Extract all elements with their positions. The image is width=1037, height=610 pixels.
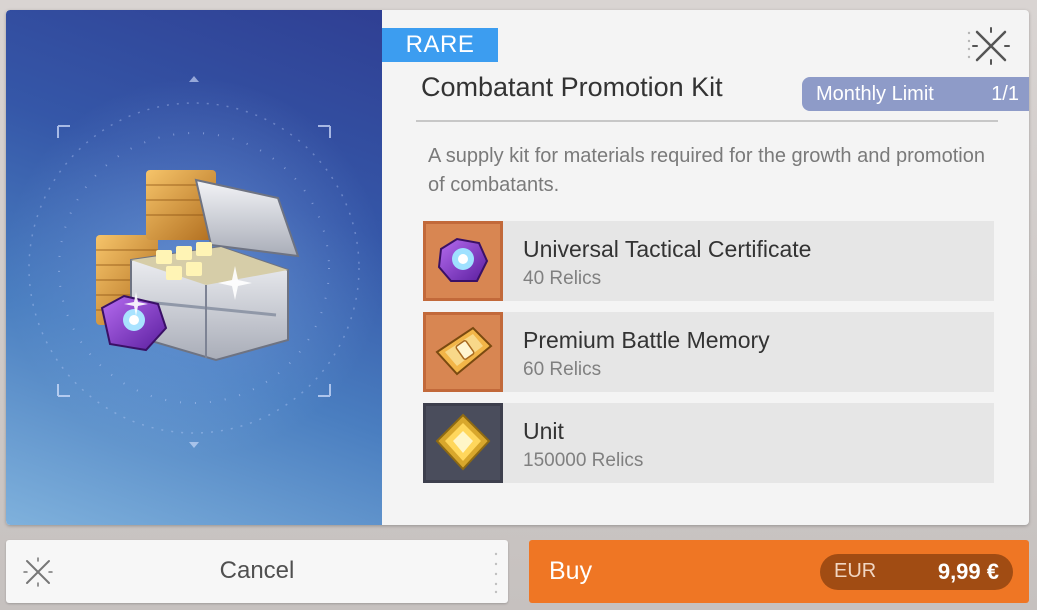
close-icon: [972, 27, 1010, 65]
content-item[interactable]: Universal Tactical Certificate 40 Relics: [423, 221, 994, 301]
item-description: A supply kit for materials required for …: [428, 145, 985, 196]
cancel-button[interactable]: Cancel: [6, 540, 508, 603]
certificate-icon: [423, 221, 503, 301]
cancel-label: Cancel: [219, 557, 295, 584]
title-divider: [416, 120, 998, 122]
rarity-badge: RARE: [382, 28, 498, 62]
content-item[interactable]: Premium Battle Memory 60 Relics: [423, 312, 994, 392]
content-item-name: Unit: [523, 418, 564, 444]
divider-dots-icon: [494, 552, 498, 594]
item-artwork: [6, 10, 382, 525]
content-item-quantity: 40 Relics: [523, 268, 602, 289]
close-button[interactable]: [967, 24, 1013, 68]
buy-label: Buy: [549, 557, 593, 585]
content-item-name: Premium Battle Memory: [523, 327, 770, 353]
item-title: Combatant Promotion Kit: [421, 72, 723, 102]
price-currency: EUR: [834, 560, 877, 582]
unit-currency-icon: [423, 403, 503, 483]
buy-button[interactable]: Buy EUR 9,99 €: [529, 540, 1029, 603]
content-item-quantity: 150000 Relics: [523, 450, 644, 471]
limit-label: Monthly Limit: [816, 82, 934, 105]
divider-dots-icon: [967, 31, 971, 59]
purchase-dialog: RARE Combatant Promotion Kit Monthly Lim…: [6, 10, 1029, 525]
content-item[interactable]: Unit 150000 Relics: [423, 403, 994, 483]
battle-memory-icon: [423, 312, 503, 392]
price-tag: EUR 9,99 €: [820, 554, 1013, 590]
monthly-limit-badge: Monthly Limit 1/1: [802, 77, 1029, 111]
limit-value: 1/1: [991, 82, 1019, 105]
content-item-name: Universal Tactical Certificate: [523, 236, 812, 262]
price-amount: 9,99 €: [937, 559, 999, 584]
content-item-quantity: 60 Relics: [523, 359, 602, 380]
supply-chest-image: [6, 76, 382, 458]
